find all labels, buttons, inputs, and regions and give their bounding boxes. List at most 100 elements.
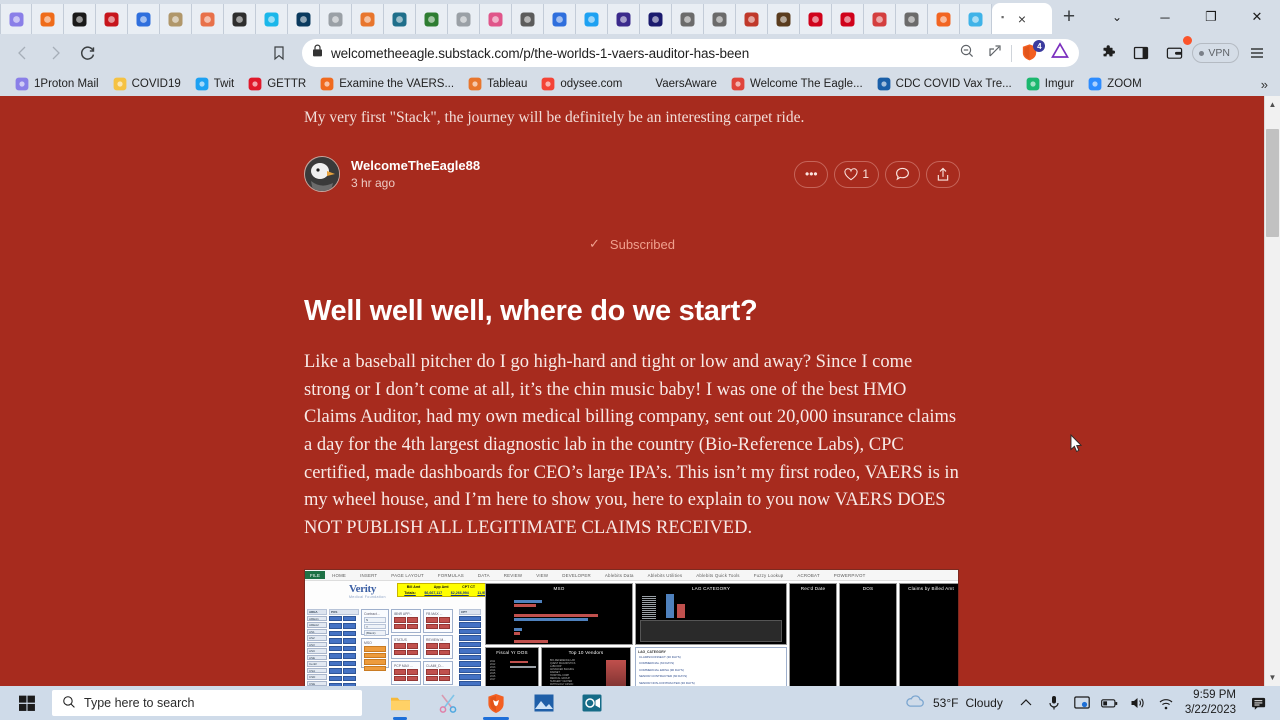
slicer-item[interactable]: CSE bbox=[307, 680, 327, 686]
taskbar-brave-browser[interactable] bbox=[472, 686, 520, 720]
maximize-button[interactable]: ❐ bbox=[1188, 0, 1234, 34]
volume-icon[interactable] bbox=[1125, 686, 1151, 720]
leo-triangle-icon[interactable] bbox=[1051, 42, 1070, 64]
bookmark-covid19[interactable]: COVID19 bbox=[106, 74, 188, 94]
comment-button[interactable] bbox=[885, 160, 920, 188]
mini-slicer-panel[interactable]: STATUS bbox=[391, 635, 421, 660]
tab-search-button[interactable]: ⌄ bbox=[1092, 0, 1142, 34]
slicer-item[interactable]: CenR bbox=[307, 661, 327, 667]
back-arrow-icon[interactable] bbox=[8, 38, 38, 68]
slicer-item[interactable] bbox=[329, 675, 342, 682]
mini-slicer-panel[interactable]: IBNR APP... bbox=[391, 609, 421, 634]
slicer-item[interactable] bbox=[343, 653, 356, 659]
slicer-item[interactable] bbox=[343, 660, 356, 667]
m-tab[interactable] bbox=[640, 4, 672, 34]
bookmark-odysee-com[interactable]: odysee.com bbox=[534, 74, 629, 94]
chevron-up-icon[interactable] bbox=[1013, 686, 1039, 720]
battery-icon[interactable] bbox=[1097, 686, 1123, 720]
share-icon[interactable] bbox=[987, 43, 1003, 64]
slicer-item[interactable] bbox=[459, 674, 481, 680]
reload-icon[interactable] bbox=[72, 38, 102, 68]
microphone-icon[interactable] bbox=[1041, 686, 1067, 720]
subscribed-status[interactable]: ✓ Subscribed bbox=[304, 236, 960, 252]
globe4-tab[interactable] bbox=[896, 4, 928, 34]
mini-slicer-panel[interactable]: PCP MAX ... bbox=[391, 661, 421, 686]
taskbar-file-explorer[interactable] bbox=[376, 686, 424, 720]
bookmark-gettr[interactable]: GETTR bbox=[241, 74, 313, 94]
chart-claims-by-billed-amt[interactable]: Claims by Billed Amt bbox=[899, 583, 958, 686]
clock[interactable]: 9:59 PM 3/22/2023 bbox=[1181, 688, 1244, 718]
slicer-item[interactable]: ASC bbox=[307, 648, 327, 654]
slicer-item[interactable] bbox=[329, 645, 342, 652]
taskbar-camera[interactable] bbox=[568, 686, 616, 720]
rumble-tab[interactable] bbox=[96, 4, 128, 34]
c-red-tab[interactable] bbox=[800, 4, 832, 34]
ribbon-tab-page-layout[interactable]: PAGE LAYOUT bbox=[384, 573, 431, 578]
slicer-item[interactable] bbox=[343, 638, 356, 644]
brave-shield-icon[interactable]: 4 bbox=[1020, 40, 1046, 63]
tableau-tab[interactable] bbox=[352, 4, 384, 34]
ribbon-tab-acrobat[interactable]: ACROBAT bbox=[790, 573, 826, 578]
slicer-item[interactable] bbox=[329, 630, 342, 637]
ladder-tab[interactable] bbox=[160, 4, 192, 34]
ribbon-tab-fuzzy-lookup[interactable]: Fuzzy Lookup bbox=[747, 573, 791, 578]
slicer-item[interactable] bbox=[343, 683, 356, 686]
seal-tab[interactable] bbox=[448, 4, 480, 34]
bookmark-1proton-mail[interactable]: 1Proton Mail bbox=[8, 74, 106, 94]
slicer-item[interactable] bbox=[329, 660, 342, 667]
ribbon-tab-formulas[interactable]: FORMULAS bbox=[431, 573, 471, 578]
sidebar-panel-icon[interactable] bbox=[1126, 38, 1156, 68]
slicer-cpt[interactable]: CPT bbox=[459, 609, 481, 686]
note-tab[interactable] bbox=[512, 4, 544, 34]
ribbon-tab-view[interactable]: VIEW bbox=[529, 573, 555, 578]
taskbar-snipping-tool[interactable] bbox=[424, 686, 472, 720]
slicer-item[interactable] bbox=[459, 641, 481, 648]
slicer-item[interactable] bbox=[459, 648, 481, 654]
puzzle-icon[interactable] bbox=[1093, 38, 1123, 68]
like-button[interactable]: 1 bbox=[834, 160, 879, 188]
chart-mso[interactable]: MSO bbox=[485, 583, 633, 645]
slicer-item[interactable]: CSA bbox=[307, 667, 327, 674]
slicer-area[interactable]: AREA AREA1 AREA2 AS1 AS2 AS3 ASC ASE CenR CSA CSD… bbox=[307, 609, 327, 686]
zoom-out-icon[interactable] bbox=[959, 43, 975, 64]
usmap-tab[interactable] bbox=[480, 4, 512, 34]
globe2-tab[interactable] bbox=[672, 4, 704, 34]
telegram-tab[interactable] bbox=[960, 4, 992, 34]
forward-arrow-icon[interactable] bbox=[40, 38, 70, 68]
chart-tab[interactable] bbox=[384, 4, 416, 34]
dropbox-tab[interactable] bbox=[128, 4, 160, 34]
lag-list-item[interactable]: COMMERCIAL (60 DAYS) bbox=[638, 661, 784, 667]
new-tab-button[interactable]: + bbox=[1052, 0, 1086, 34]
slicer-item[interactable]: AREA2 bbox=[307, 622, 327, 628]
lag-list-item[interactable]: SENIOR NON-CONTRACTED (30 DAYS) bbox=[638, 680, 784, 686]
orange-o-tab[interactable] bbox=[928, 4, 960, 34]
lag-list-item[interactable]: SENIOR CONTRACTED (60 DAYS) bbox=[638, 674, 784, 680]
mini-slicer-panel[interactable]: REVIEW M... bbox=[423, 635, 453, 660]
ribbon-tab-ablebits-quick-tools[interactable]: Ablebits Quick Tools bbox=[689, 573, 746, 578]
slicer-contract-mso[interactable]: Contract... N Y (Blank) MSO bbox=[361, 609, 389, 686]
hamburger-menu-icon[interactable] bbox=[1242, 38, 1272, 68]
slicer-item[interactable]: AS3 bbox=[307, 641, 327, 648]
share-post-button[interactable] bbox=[926, 160, 960, 188]
slicer-item[interactable] bbox=[343, 630, 356, 637]
slicer-item[interactable] bbox=[343, 668, 356, 674]
wallet-icon[interactable] bbox=[1159, 36, 1193, 68]
slicer-item[interactable] bbox=[459, 615, 481, 622]
slicer-item[interactable] bbox=[343, 623, 356, 629]
bookmark-examine-the-vaers[interactable]: Examine the VAERS... bbox=[313, 74, 461, 94]
more-options-button[interactable]: ••• bbox=[794, 160, 829, 188]
c-red2-tab[interactable] bbox=[832, 4, 864, 34]
eagle-seal-tab[interactable] bbox=[768, 4, 800, 34]
windows-start-icon[interactable] bbox=[4, 686, 50, 720]
person-tab[interactable] bbox=[224, 4, 256, 34]
weather-widget[interactable]: 53°F Cloudy bbox=[896, 694, 1011, 712]
slicer-item[interactable]: AS1 bbox=[307, 628, 327, 635]
ribbon-tab-powerpivot[interactable]: POWERPIVOT bbox=[827, 573, 873, 578]
slicer-item[interactable] bbox=[329, 638, 342, 644]
twitter-tab[interactable] bbox=[576, 4, 608, 34]
slicer-item[interactable] bbox=[329, 683, 342, 686]
doc-tab[interactable] bbox=[544, 4, 576, 34]
lag-list-item[interactable]: COMMERCIAL ERISA (90 DAYS) bbox=[638, 667, 784, 674]
globe3-tab[interactable] bbox=[704, 4, 736, 34]
slicer-item[interactable] bbox=[329, 653, 342, 659]
